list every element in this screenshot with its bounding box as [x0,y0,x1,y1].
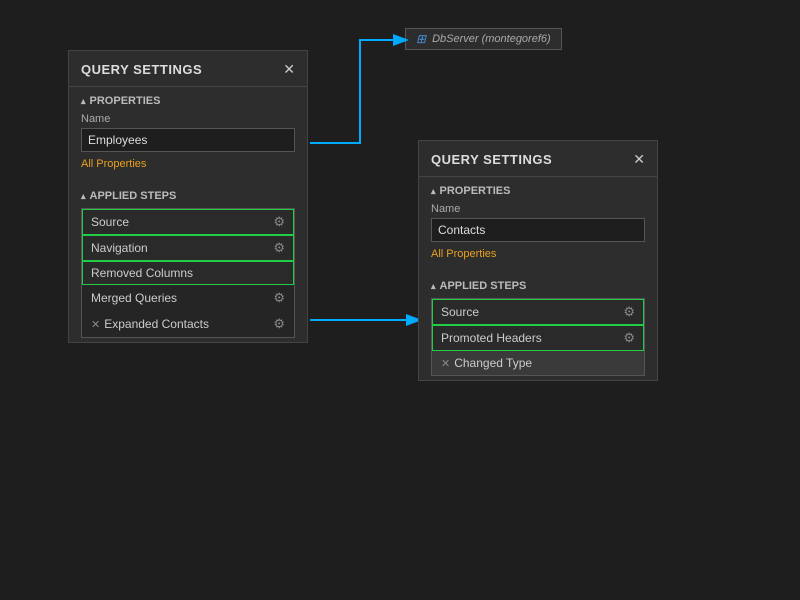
panel2-all-properties-link[interactable]: All Properties [431,248,645,260]
panel1-step-removed-columns[interactable]: Removed Columns [82,261,294,285]
panel2-step-changed-x: ✕ [441,357,450,370]
panel1-step-expanded-gear[interactable]: ⚙ [273,316,285,332]
panel2-name-label: Name [431,203,645,215]
panel2-steps-label: APPLIED STEPS [431,280,645,292]
panel1-properties-section: PROPERTIES Name All Properties [69,87,307,182]
panel2-properties-section: PROPERTIES Name All Properties [419,177,657,272]
panel1-step-expanded-x: ✕ [91,318,100,331]
panel2-step-promoted-headers[interactable]: Promoted Headers ⚙ [432,325,644,351]
panel1-applied-steps-section: APPLIED STEPS Source ⚙ Navigation ⚙ Remo… [69,182,307,342]
panel2-properties-label: PROPERTIES [431,185,645,197]
panel1-step-navigation[interactable]: Navigation ⚙ [82,235,294,261]
panel2-applied-steps-section: APPLIED STEPS Source ⚙ Promoted Headers … [419,272,657,380]
panel2-step-promoted-gear[interactable]: ⚙ [623,330,635,346]
panel1-steps-list: Source ⚙ Navigation ⚙ Removed Columns Me… [81,208,295,338]
panel1-step-merged-gear[interactable]: ⚙ [273,290,285,306]
panel2-title: QUERY SETTINGS [431,152,552,167]
panel1-step-navigation-gear[interactable]: ⚙ [273,240,285,256]
panel1-properties-label: PROPERTIES [81,95,295,107]
panel1-steps-label: APPLIED STEPS [81,190,295,202]
panel1-step-source[interactable]: Source ⚙ [82,209,294,235]
panel1-close-button[interactable]: ✕ [283,61,295,78]
panel2-header: QUERY SETTINGS ✕ [419,141,657,177]
db-badge-label: DbServer (montegoref6) [432,33,551,45]
panel1-step-source-gear[interactable]: ⚙ [273,214,285,230]
panel1-title: QUERY SETTINGS [81,62,202,77]
db-badge: ⊞ DbServer (montegoref6) [405,28,562,50]
panel-contacts: QUERY SETTINGS ✕ PROPERTIES Name All Pro… [418,140,658,381]
panel1-step-expanded-contacts[interactable]: ✕ Expanded Contacts ⚙ [82,311,294,337]
panel1-header: QUERY SETTINGS ✕ [69,51,307,87]
panel2-name-input[interactable] [431,218,645,242]
panel2-close-button[interactable]: ✕ [633,151,645,168]
panel2-step-source[interactable]: Source ⚙ [432,299,644,325]
panel1-name-label: Name [81,113,295,125]
db-icon: ⊞ [416,32,426,46]
panel2-step-changed-type[interactable]: ✕ Changed Type [432,351,644,375]
panel-employees: QUERY SETTINGS ✕ PROPERTIES Name All Pro… [68,50,308,343]
panel2-step-source-gear[interactable]: ⚙ [623,304,635,320]
panel1-name-input[interactable] [81,128,295,152]
panel2-steps-list: Source ⚙ Promoted Headers ⚙ ✕ Changed Ty… [431,298,645,376]
panel1-all-properties-link[interactable]: All Properties [81,158,295,170]
panel1-step-merged-queries[interactable]: Merged Queries ⚙ [82,285,294,311]
